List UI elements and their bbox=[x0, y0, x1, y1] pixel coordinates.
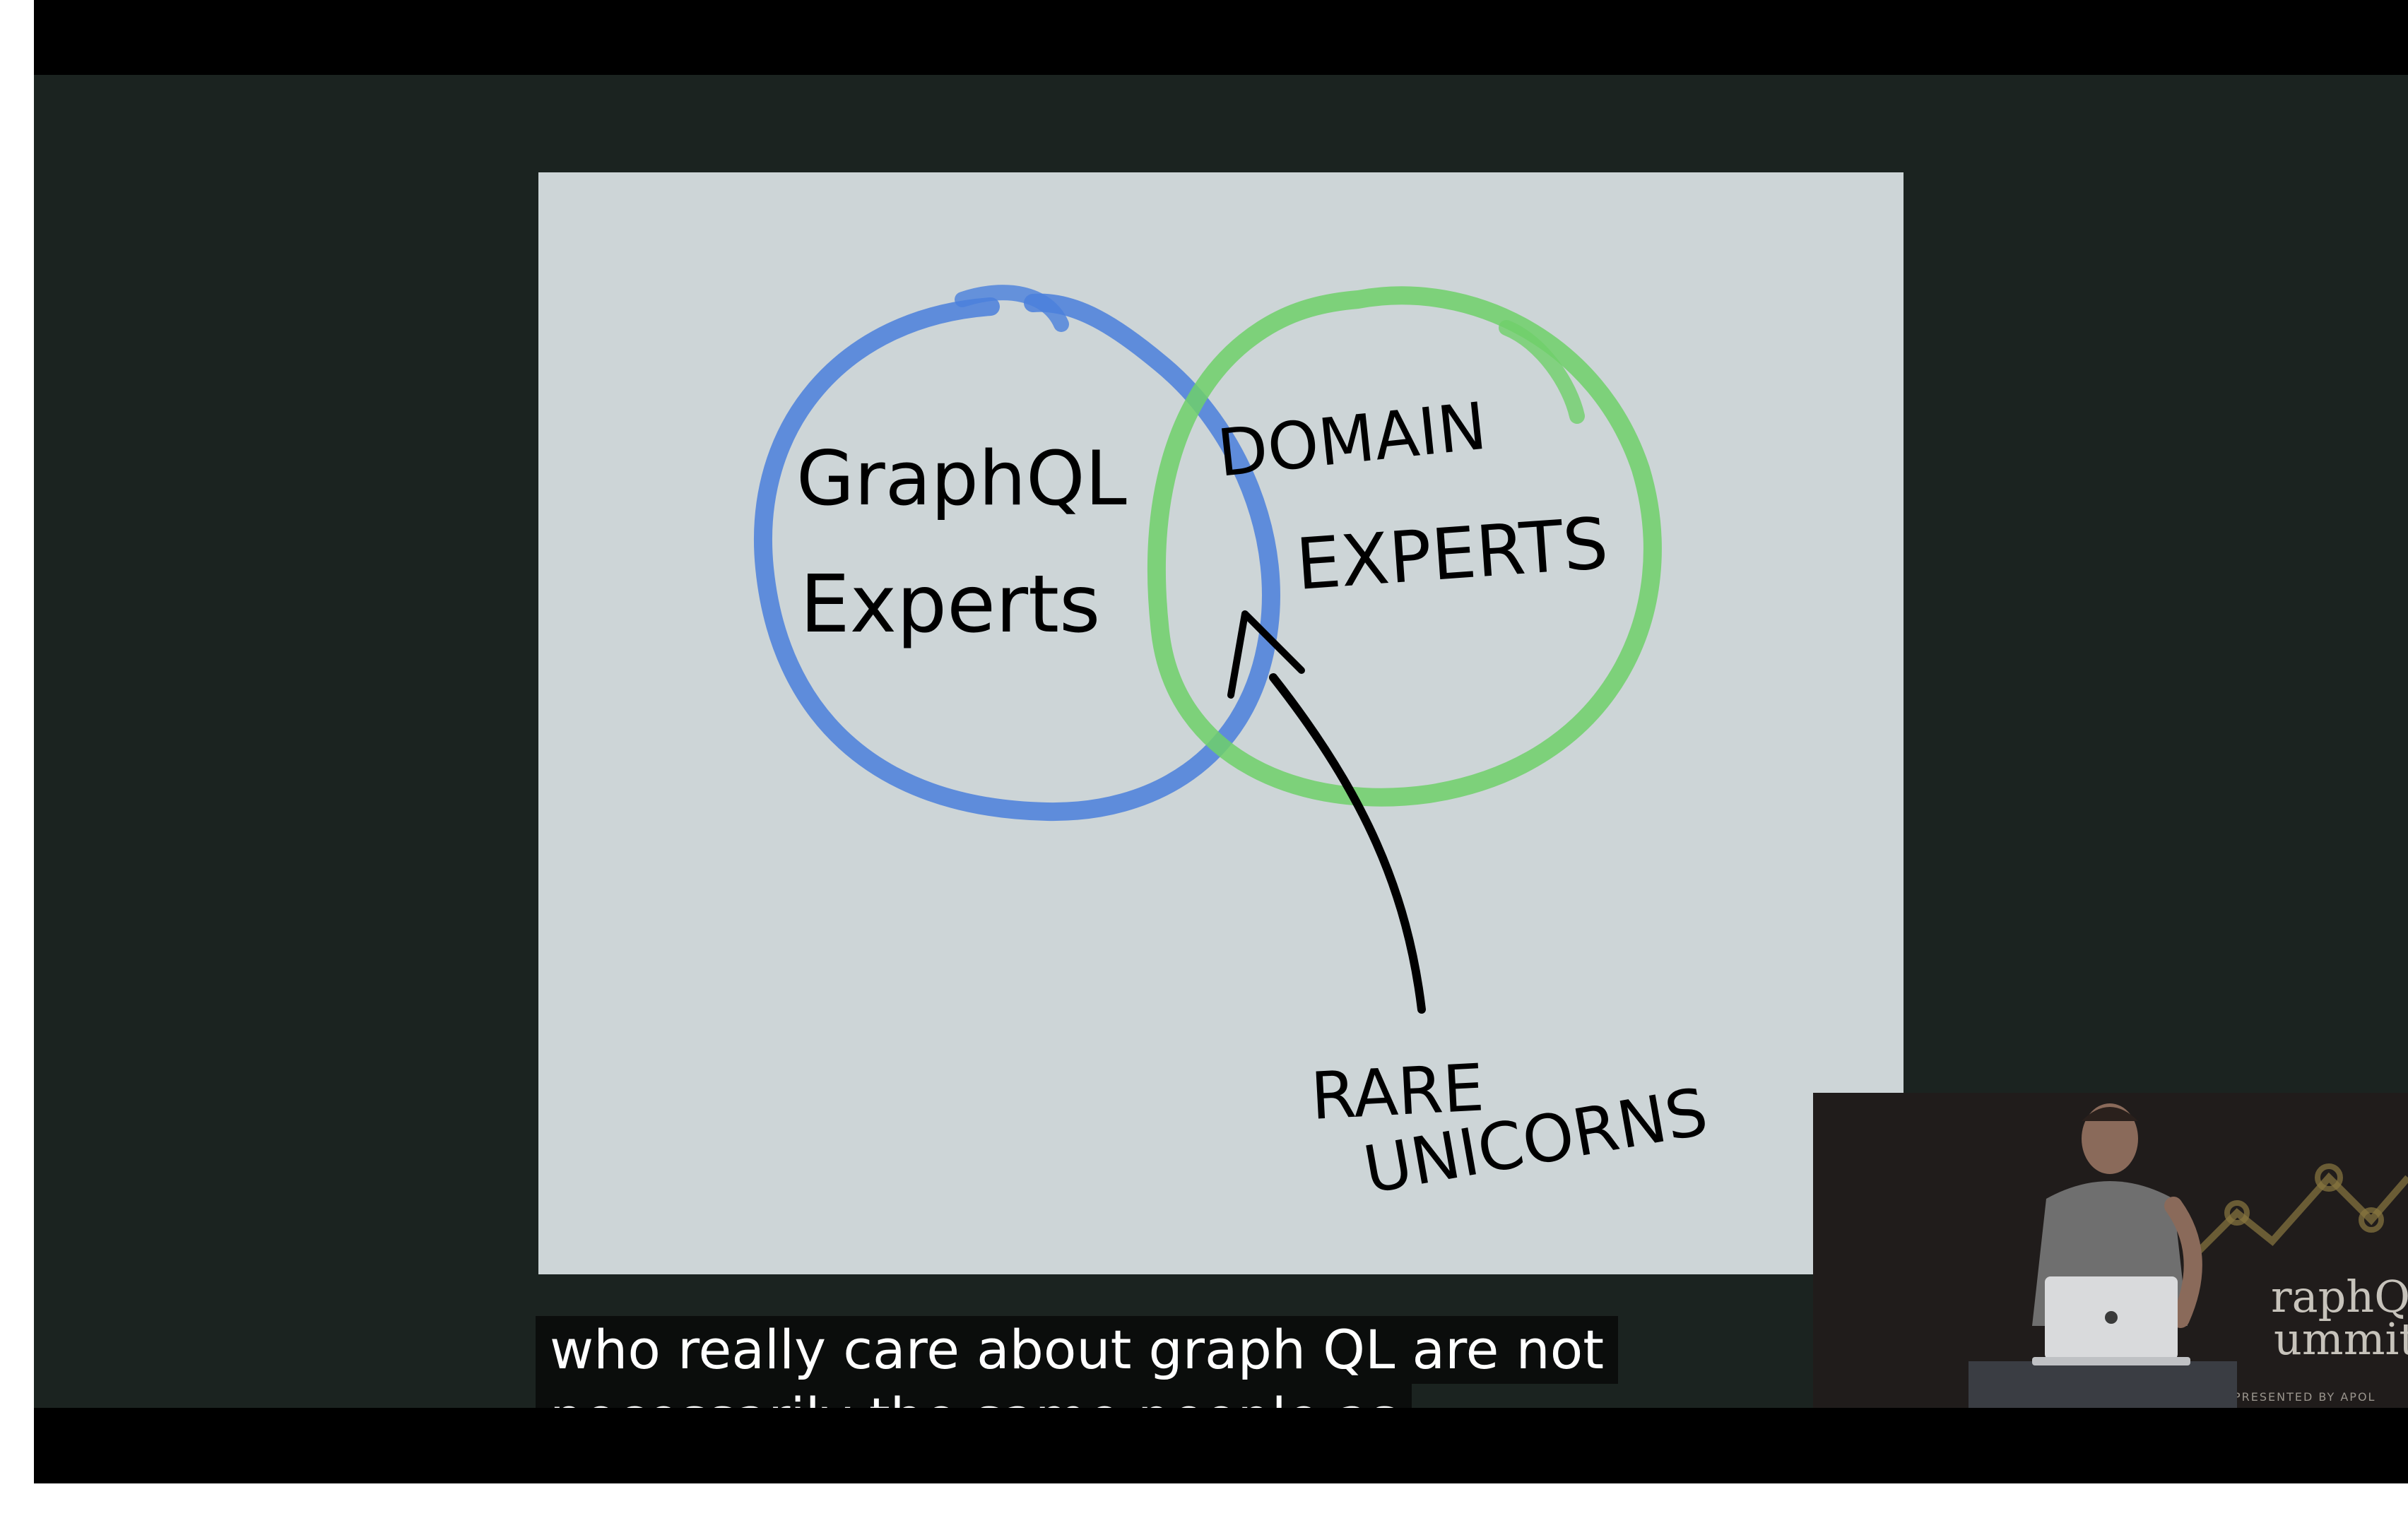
podium bbox=[1969, 1361, 2237, 1408]
venn-diagram-drawing: GraphQL Experts DOMAIN EXPERTS RARE UNIC… bbox=[754, 285, 1713, 1209]
speaker-camera-overlay: raphQL ummit PRESENTED BY APOL bbox=[1813, 1093, 2408, 1408]
speaker-scene: raphQL ummit PRESENTED BY APOL bbox=[1969, 1103, 2408, 1408]
slide-venn-diagram: GraphQL Experts DOMAIN EXPERTS RARE UNIC… bbox=[538, 172, 1904, 1274]
video-frame[interactable]: GraphQL Experts DOMAIN EXPERTS RARE UNIC… bbox=[34, 75, 2408, 1408]
presented-by-text: PRESENTED BY APOL bbox=[2233, 1390, 2375, 1404]
graphql-experts-circle bbox=[754, 293, 1280, 822]
summit-logo-line2: ummit bbox=[2274, 1313, 2408, 1365]
left-circle-line1: GraphQL bbox=[796, 435, 1127, 522]
right-circle-line1: DOMAIN bbox=[1214, 389, 1490, 492]
laptop-logo bbox=[2105, 1311, 2118, 1324]
video-player[interactable]: GraphQL Experts DOMAIN EXPERTS RARE UNIC… bbox=[34, 0, 2408, 1483]
caption-line-1: who really care about graph QL are not bbox=[536, 1316, 1619, 1384]
caption-line-2: necessarily the same people as bbox=[536, 1384, 1412, 1408]
closed-captions: who really care about graph QL are not n… bbox=[536, 1316, 1619, 1408]
left-circle-line2: Experts bbox=[800, 559, 1100, 651]
unicorn-arrow-shaft bbox=[1269, 673, 1426, 1014]
right-circle-line2: EXPERTS bbox=[1294, 502, 1611, 606]
